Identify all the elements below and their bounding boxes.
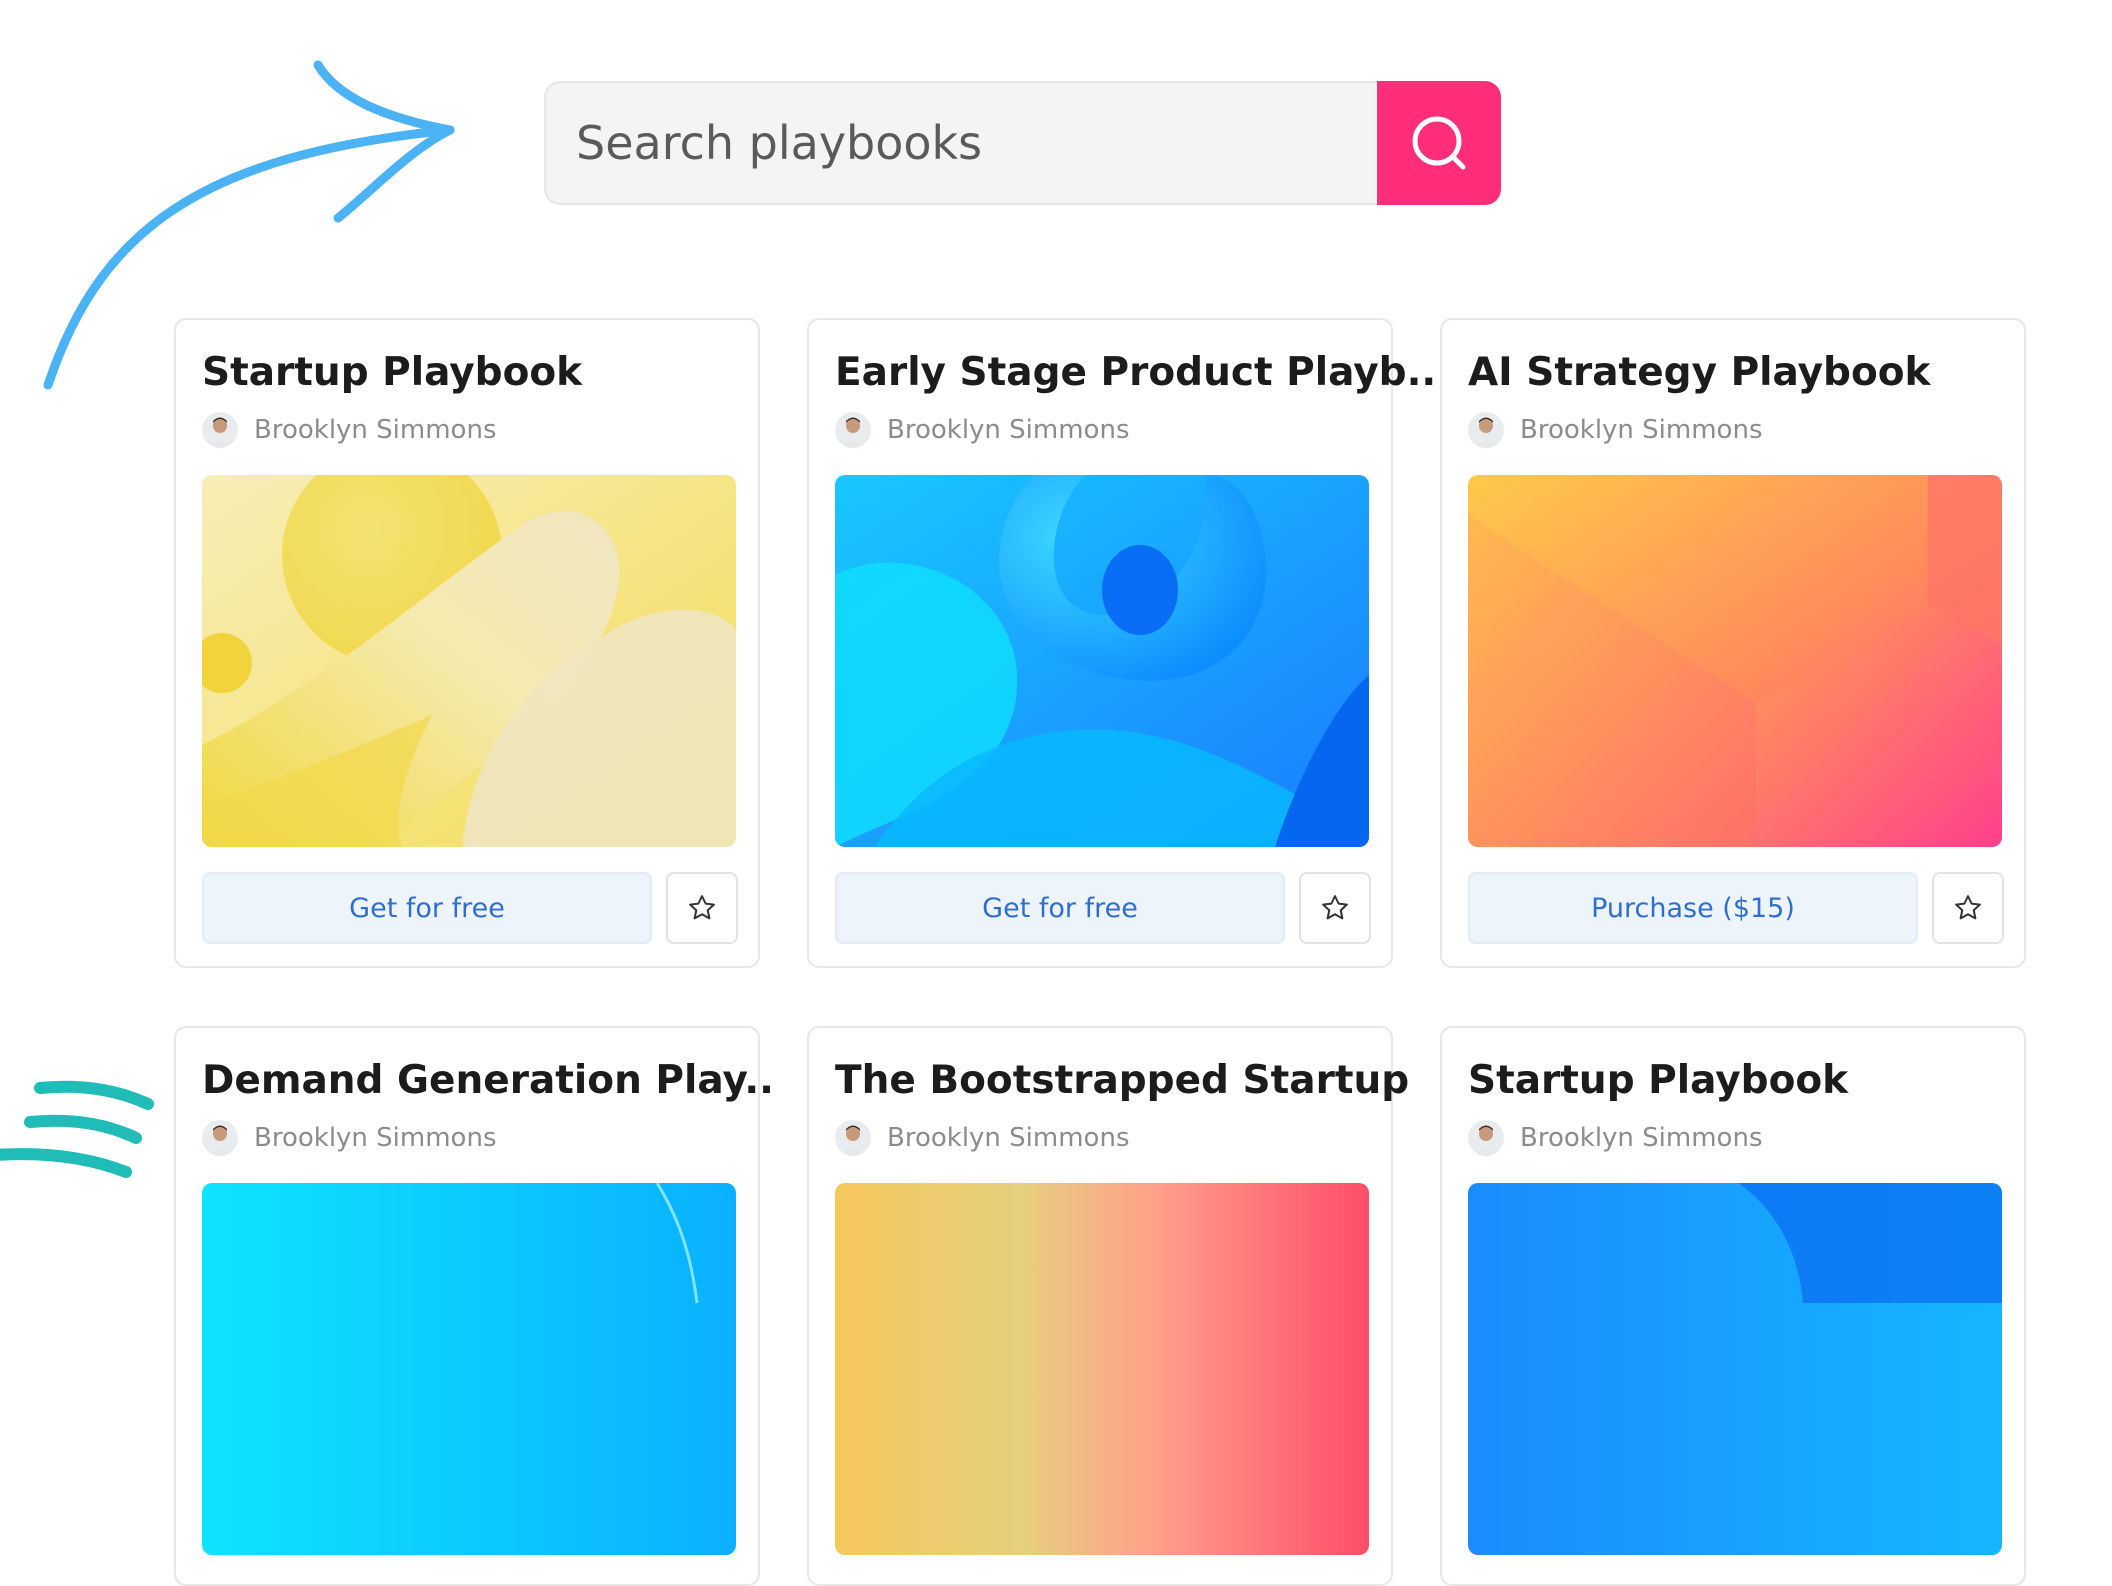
author-name: Brooklyn Simmons xyxy=(887,415,1130,445)
search-icon xyxy=(1412,116,1466,170)
star-icon xyxy=(689,895,715,920)
card-title: Startup Playbook xyxy=(202,350,583,395)
purchase-button[interactable]: Purchase ($15) xyxy=(1468,872,1918,944)
playbook-card[interactable]: Startup Playbook Brooklyn Simmons xyxy=(1440,1026,2026,1586)
search-input[interactable] xyxy=(544,81,1377,205)
author-name: Brooklyn Simmons xyxy=(1520,415,1763,445)
avatar xyxy=(835,1120,871,1156)
playbook-card[interactable]: Early Stage Product Playb.. Brooklyn Sim… xyxy=(807,318,1437,968)
author: Brooklyn Simmons xyxy=(202,412,497,448)
cover-image xyxy=(1468,475,2002,847)
cover-image xyxy=(835,1183,1369,1555)
search-bar xyxy=(544,81,1501,205)
cover-image xyxy=(202,475,736,847)
author-name: Brooklyn Simmons xyxy=(887,1123,1130,1153)
avatar xyxy=(202,1120,238,1156)
playbook-card[interactable]: AI Strategy Playbook Brooklyn Simmons Pu… xyxy=(1440,318,2026,968)
author: Brooklyn Simmons xyxy=(1468,1120,1763,1156)
avatar xyxy=(1468,1120,1504,1156)
card-title: AI Strategy Playbook xyxy=(1468,350,1931,395)
favorite-button[interactable] xyxy=(1932,872,2004,944)
author-name: Brooklyn Simmons xyxy=(254,1123,497,1153)
avatar xyxy=(835,412,871,448)
card-title: Early Stage Product Playb.. xyxy=(835,350,1437,395)
card-title: Startup Playbook xyxy=(1468,1058,1849,1103)
author: Brooklyn Simmons xyxy=(1468,412,1763,448)
get-for-free-button[interactable]: Get for free xyxy=(202,872,652,944)
avatar xyxy=(1468,412,1504,448)
author-name: Brooklyn Simmons xyxy=(1520,1123,1763,1153)
star-icon xyxy=(1955,895,1981,920)
author: Brooklyn Simmons xyxy=(202,1120,497,1156)
card-title: The Bootstrapped Startup xyxy=(835,1058,1410,1103)
cover-image xyxy=(202,1183,736,1555)
card-title: Demand Generation Play.. xyxy=(202,1058,774,1103)
decorative-swoosh xyxy=(0,1080,154,1178)
cover-image xyxy=(835,475,1369,847)
favorite-button[interactable] xyxy=(666,872,738,944)
search-button[interactable] xyxy=(1377,81,1501,205)
get-for-free-button[interactable]: Get for free xyxy=(835,872,1285,944)
playbook-card[interactable]: Startup Playbook Brooklyn Simmons Get fo… xyxy=(174,318,760,968)
star-icon xyxy=(1322,895,1348,920)
avatar xyxy=(202,412,238,448)
playbook-card[interactable]: The Bootstrapped Startup Brooklyn Simmon… xyxy=(807,1026,1410,1586)
favorite-button[interactable] xyxy=(1299,872,1371,944)
playbook-card[interactable]: Demand Generation Play.. Brooklyn Simmon… xyxy=(174,1026,774,1586)
cover-image xyxy=(1468,1183,2002,1555)
author: Brooklyn Simmons xyxy=(835,1120,1130,1156)
author: Brooklyn Simmons xyxy=(835,412,1130,448)
author-name: Brooklyn Simmons xyxy=(254,415,497,445)
